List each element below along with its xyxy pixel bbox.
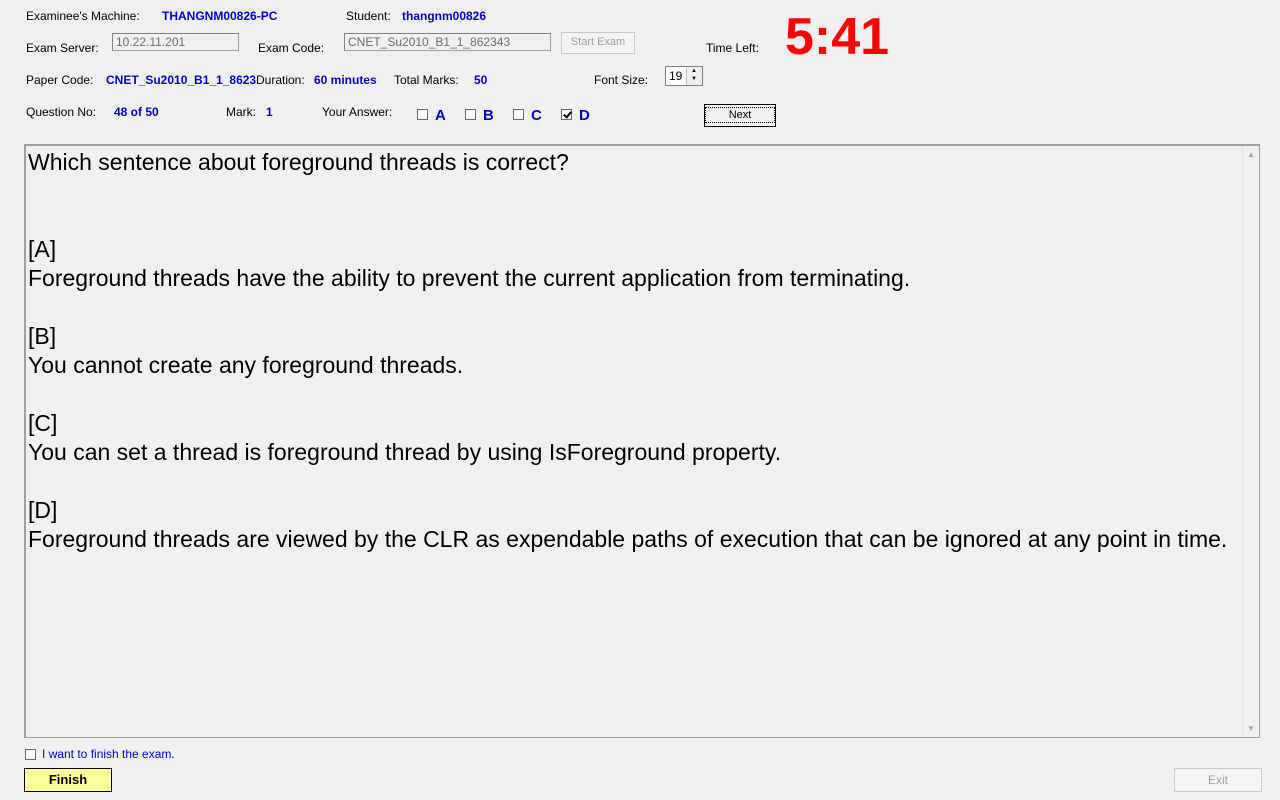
spin-up-icon[interactable]: ▲: [691, 68, 697, 74]
duration-value: 60 minutes: [314, 73, 377, 87]
time-left-value: 5:41: [785, 8, 890, 66]
answer-b-checkbox[interactable]: [465, 109, 476, 120]
mark-value: 1: [266, 105, 273, 119]
option-b-text: You cannot create any foreground threads…: [28, 352, 464, 378]
font-size-spinner[interactable]: 19 ▲ ▼: [665, 66, 703, 86]
option-a-tag: [A]: [28, 236, 57, 262]
font-size-value[interactable]: 19: [669, 69, 682, 83]
answer-d-label[interactable]: D: [579, 107, 590, 124]
answer-d-checkbox[interactable]: [561, 109, 572, 120]
option-b-tag: [B]: [28, 323, 57, 349]
font-size-label: Font Size:: [594, 73, 649, 87]
next-button-label: Next: [704, 107, 776, 123]
answer-a-checkbox[interactable]: [417, 109, 428, 120]
finish-exam-checkbox-label[interactable]: I want to finish the exam.: [42, 747, 175, 761]
paper-code-value: CNET_Su2010_B1_1_862343: [106, 73, 256, 87]
machine-value: THANGNM00826-PC: [162, 9, 278, 23]
duration-label: Duration:: [256, 73, 305, 87]
question-panel[interactable]: Which sentence about foreground threads …: [24, 144, 1260, 738]
font-size-spin-buttons[interactable]: ▲ ▼: [686, 67, 702, 85]
answer-c-label[interactable]: C: [531, 107, 542, 124]
total-marks-label: Total Marks:: [394, 73, 459, 87]
question-no-label: Question No:: [26, 105, 97, 119]
student-value: thangnm00826: [402, 9, 487, 23]
answer-b-label[interactable]: B: [483, 107, 494, 124]
server-field: 10.22.11.201: [112, 33, 239, 51]
question-content: Which sentence about foreground threads …: [28, 148, 1238, 554]
finish-exam-checkbox[interactable]: [25, 749, 36, 760]
start-exam-button[interactable]: Start Exam: [561, 32, 635, 54]
exam-code-field: CNET_Su2010_B1_1_862343: [344, 33, 551, 51]
finish-button[interactable]: Finish: [24, 768, 112, 792]
scroll-down-icon[interactable]: ▼: [1247, 724, 1255, 733]
spin-down-icon[interactable]: ▼: [691, 76, 697, 82]
student-label: Student:: [346, 9, 391, 23]
option-c-tag: [C]: [28, 410, 58, 436]
time-left-label: Time Left:: [706, 41, 759, 55]
question-stem: Which sentence about foreground threads …: [28, 149, 569, 175]
exit-button[interactable]: Exit: [1174, 768, 1262, 792]
machine-label: Examinee's Machine:: [26, 9, 140, 23]
question-no-value: 48 of 50: [114, 105, 159, 119]
server-label: Exam Server:: [26, 41, 99, 55]
total-marks-value: 50: [474, 73, 488, 87]
exam-code-label: Exam Code:: [258, 41, 325, 55]
mark-label: Mark:: [226, 105, 256, 119]
question-scrollbar[interactable]: ▲ ▼: [1242, 146, 1259, 737]
scroll-up-icon[interactable]: ▲: [1247, 150, 1255, 159]
option-a-text: Foreground threads have the ability to p…: [28, 265, 911, 291]
your-answer-label: Your Answer:: [322, 105, 393, 119]
next-button[interactable]: Next: [704, 104, 776, 127]
option-d-tag: [D]: [28, 497, 58, 523]
option-c-text: You can set a thread is foreground threa…: [28, 439, 782, 465]
answer-c-checkbox[interactable]: [513, 109, 524, 120]
option-d-text: Foreground threads are viewed by the CLR…: [28, 526, 1228, 552]
paper-code-label: Paper Code:: [26, 73, 94, 87]
answer-a-label[interactable]: A: [435, 107, 446, 124]
